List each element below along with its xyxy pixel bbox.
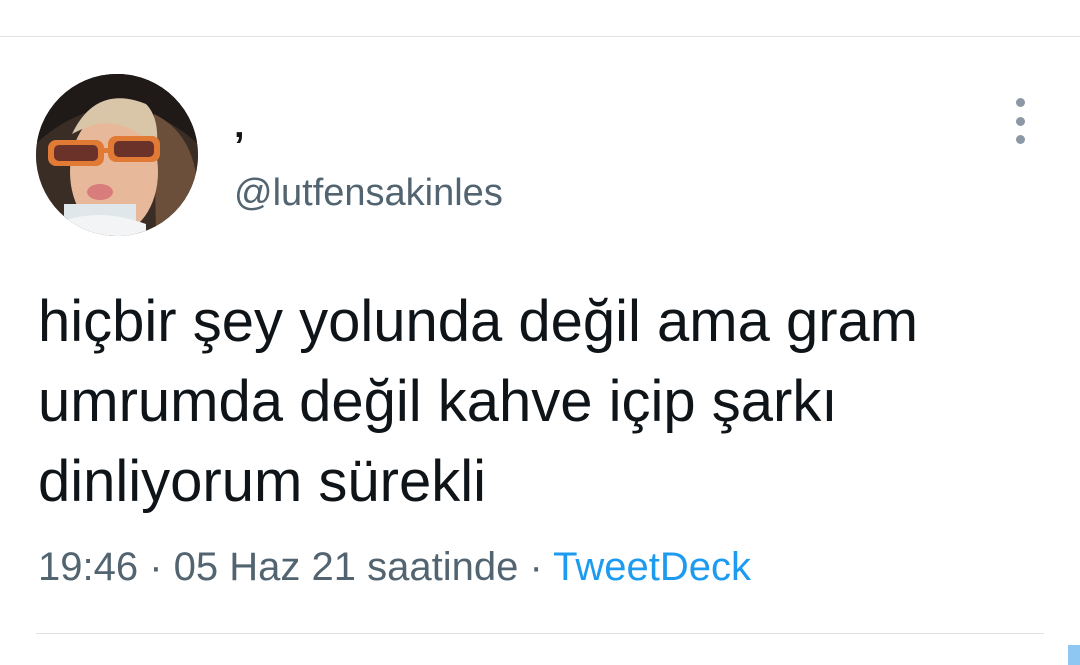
user-handle[interactable]: @lutfensakinles [234, 172, 503, 215]
avatar[interactable] [36, 74, 198, 236]
meta-separator: · [138, 545, 174, 589]
more-dot [1015, 116, 1025, 126]
avatar-image [36, 74, 198, 236]
tweet-source-link[interactable]: TweetDeck [553, 545, 751, 589]
more-vertical-icon[interactable] [1004, 98, 1036, 144]
tweet-metadata: 19:46 · 05 Haz 21 saatinde · TweetDeck [38, 545, 751, 590]
tweet-time[interactable]: 19:46 [38, 545, 138, 589]
edge-marker [1068, 645, 1080, 665]
more-dot [1015, 135, 1025, 144]
more-dot [1015, 98, 1025, 107]
bottom-divider [36, 633, 1044, 634]
display-name[interactable]: ‚ [234, 104, 245, 147]
tweet-date[interactable]: 05 Haz 21 saatinde [174, 545, 519, 589]
tweet-text: hiçbir şey yolunda değil ama gram umrumd… [38, 289, 919, 514]
top-divider [0, 36, 1080, 37]
meta-separator: · [518, 545, 554, 589]
tweet-detail-view: ‚ @lutfensakinles hiçbir şey yolunda değ… [0, 0, 1080, 665]
